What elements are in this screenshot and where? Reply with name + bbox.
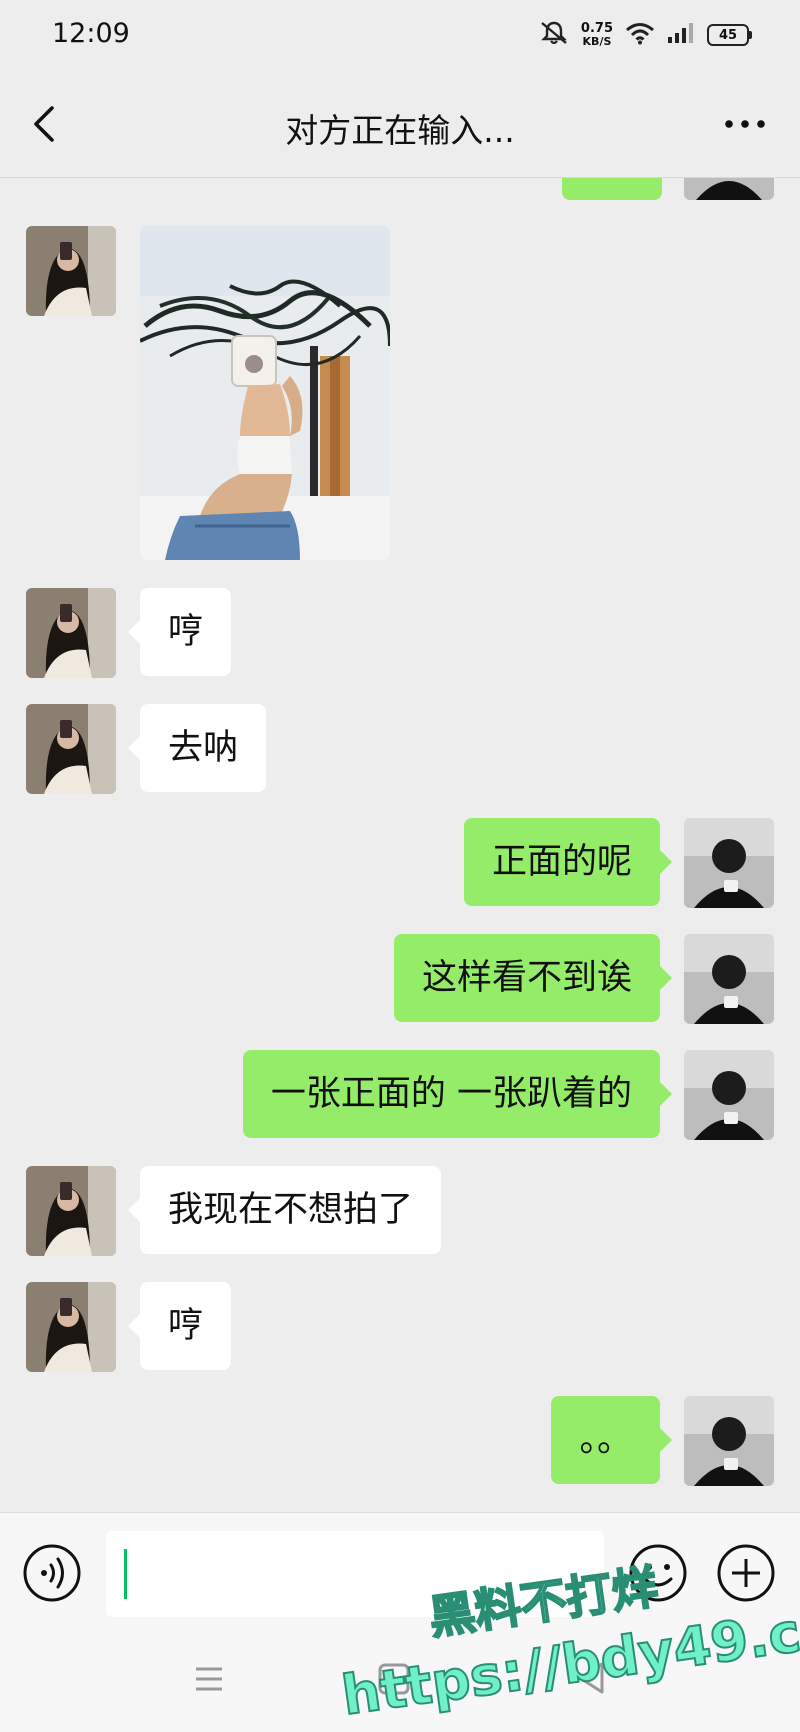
- more-functions-button[interactable]: [716, 1543, 776, 1603]
- more-options-button[interactable]: [720, 106, 770, 142]
- message-bubble-outgoing[interactable]: 这样看不到诶: [393, 934, 673, 1022]
- signal-icon: [667, 22, 695, 48]
- mute-bell-icon: [539, 20, 569, 50]
- wifi-icon: [625, 21, 655, 49]
- voice-button[interactable]: [22, 1543, 82, 1603]
- avatar-self[interactable]: [684, 178, 774, 200]
- avatar-contact[interactable]: [26, 226, 116, 316]
- message-list[interactable]: 哼 去呐 正面的呢 这样看不到诶 一张正面的 一张趴着的 我现在不想拍了 哼 。…: [0, 178, 800, 1512]
- avatar-self[interactable]: [684, 1050, 774, 1140]
- message-bubble-incoming[interactable]: 哼: [127, 588, 232, 676]
- status-time: 12:09: [52, 18, 130, 49]
- avatar-self[interactable]: [684, 818, 774, 908]
- avatar-contact[interactable]: [26, 1166, 116, 1256]
- message-bubble-incoming[interactable]: 去呐: [127, 704, 267, 792]
- chat-title: 对方正在输入...: [285, 111, 515, 150]
- message-bubble-incoming[interactable]: 我现在不想拍了: [127, 1166, 442, 1254]
- more-dots-icon: [725, 120, 765, 128]
- chat-header: 对方正在输入...: [0, 72, 800, 178]
- chat-screen: 12:09 0.75 KB/S 45 对方正在输入... 哼 去呐 正面的呢 这…: [0, 0, 800, 1732]
- battery-level: 45: [707, 24, 749, 46]
- status-bar: 12:09 0.75 KB/S 45: [0, 0, 800, 72]
- message-bubble-outgoing[interactable]: 。。: [551, 1396, 672, 1484]
- message-bubble-outgoing[interactable]: 一张正面的 一张趴着的: [242, 1050, 673, 1138]
- plus-icon: [717, 1544, 775, 1602]
- menu-icon: [196, 1667, 222, 1691]
- status-icons: 0.75 KB/S 45: [539, 20, 752, 50]
- input-bar: [0, 1512, 800, 1632]
- avatar-self[interactable]: [684, 1396, 774, 1486]
- text-caret: [124, 1549, 127, 1599]
- battery-icon: 45: [707, 24, 752, 46]
- voice-icon: [23, 1544, 81, 1602]
- avatar-contact[interactable]: [26, 1282, 116, 1372]
- message-bubble-outgoing[interactable]: 正面的呢: [463, 818, 673, 906]
- message-bubble-outgoing[interactable]: [562, 178, 662, 200]
- image-message[interactable]: [140, 226, 390, 560]
- message-bubble-incoming[interactable]: 哼: [127, 1282, 232, 1370]
- recent-apps-button[interactable]: [192, 1662, 226, 1696]
- avatar-self[interactable]: [684, 934, 774, 1024]
- net-speed-value: 0.75: [580, 21, 613, 36]
- avatar-contact[interactable]: [26, 588, 116, 678]
- net-speed-unit: KB/S: [582, 35, 612, 48]
- avatar-contact[interactable]: [26, 704, 116, 794]
- net-speed: 0.75 KB/S: [581, 22, 613, 48]
